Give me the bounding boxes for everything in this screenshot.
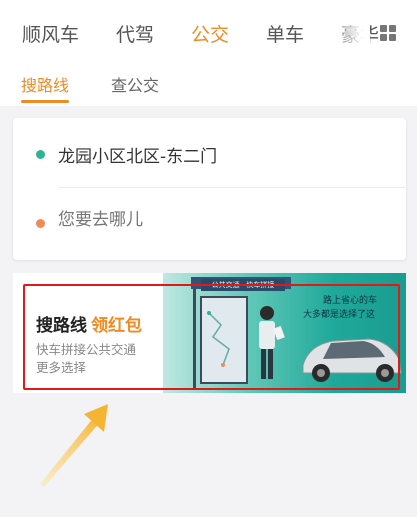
divider <box>58 187 406 188</box>
tab-hitch[interactable]: 顺风车 <box>22 20 79 47</box>
tab-bike[interactable]: 单车 <box>266 20 304 47</box>
origin-field[interactable]: 龙园小区北区-东二门 <box>58 142 217 167</box>
tab-search-route[interactable]: 搜路线 <box>21 72 69 96</box>
grid-icon[interactable] <box>380 25 396 41</box>
origin-dot-icon <box>36 150 45 159</box>
top-nav: 顺风车 代驾 公交 单车 豪华 <box>0 0 417 62</box>
active-tab-indicator <box>21 100 69 103</box>
annotation-arrow-icon <box>40 404 108 487</box>
destination-dot-icon <box>36 219 45 228</box>
tab-designated-driver[interactable]: 代驾 <box>116 20 154 47</box>
route-card: 龙园小区北区-东二门 <box>13 118 406 260</box>
highlight-box <box>23 284 400 390</box>
destination-input[interactable] <box>58 210 358 230</box>
tab-bus[interactable]: 公交 <box>191 20 229 47</box>
tab-check-bus[interactable]: 查公交 <box>111 72 159 96</box>
sub-nav: 搜路线 查公交 <box>0 62 417 106</box>
tabs-fade <box>330 18 370 48</box>
